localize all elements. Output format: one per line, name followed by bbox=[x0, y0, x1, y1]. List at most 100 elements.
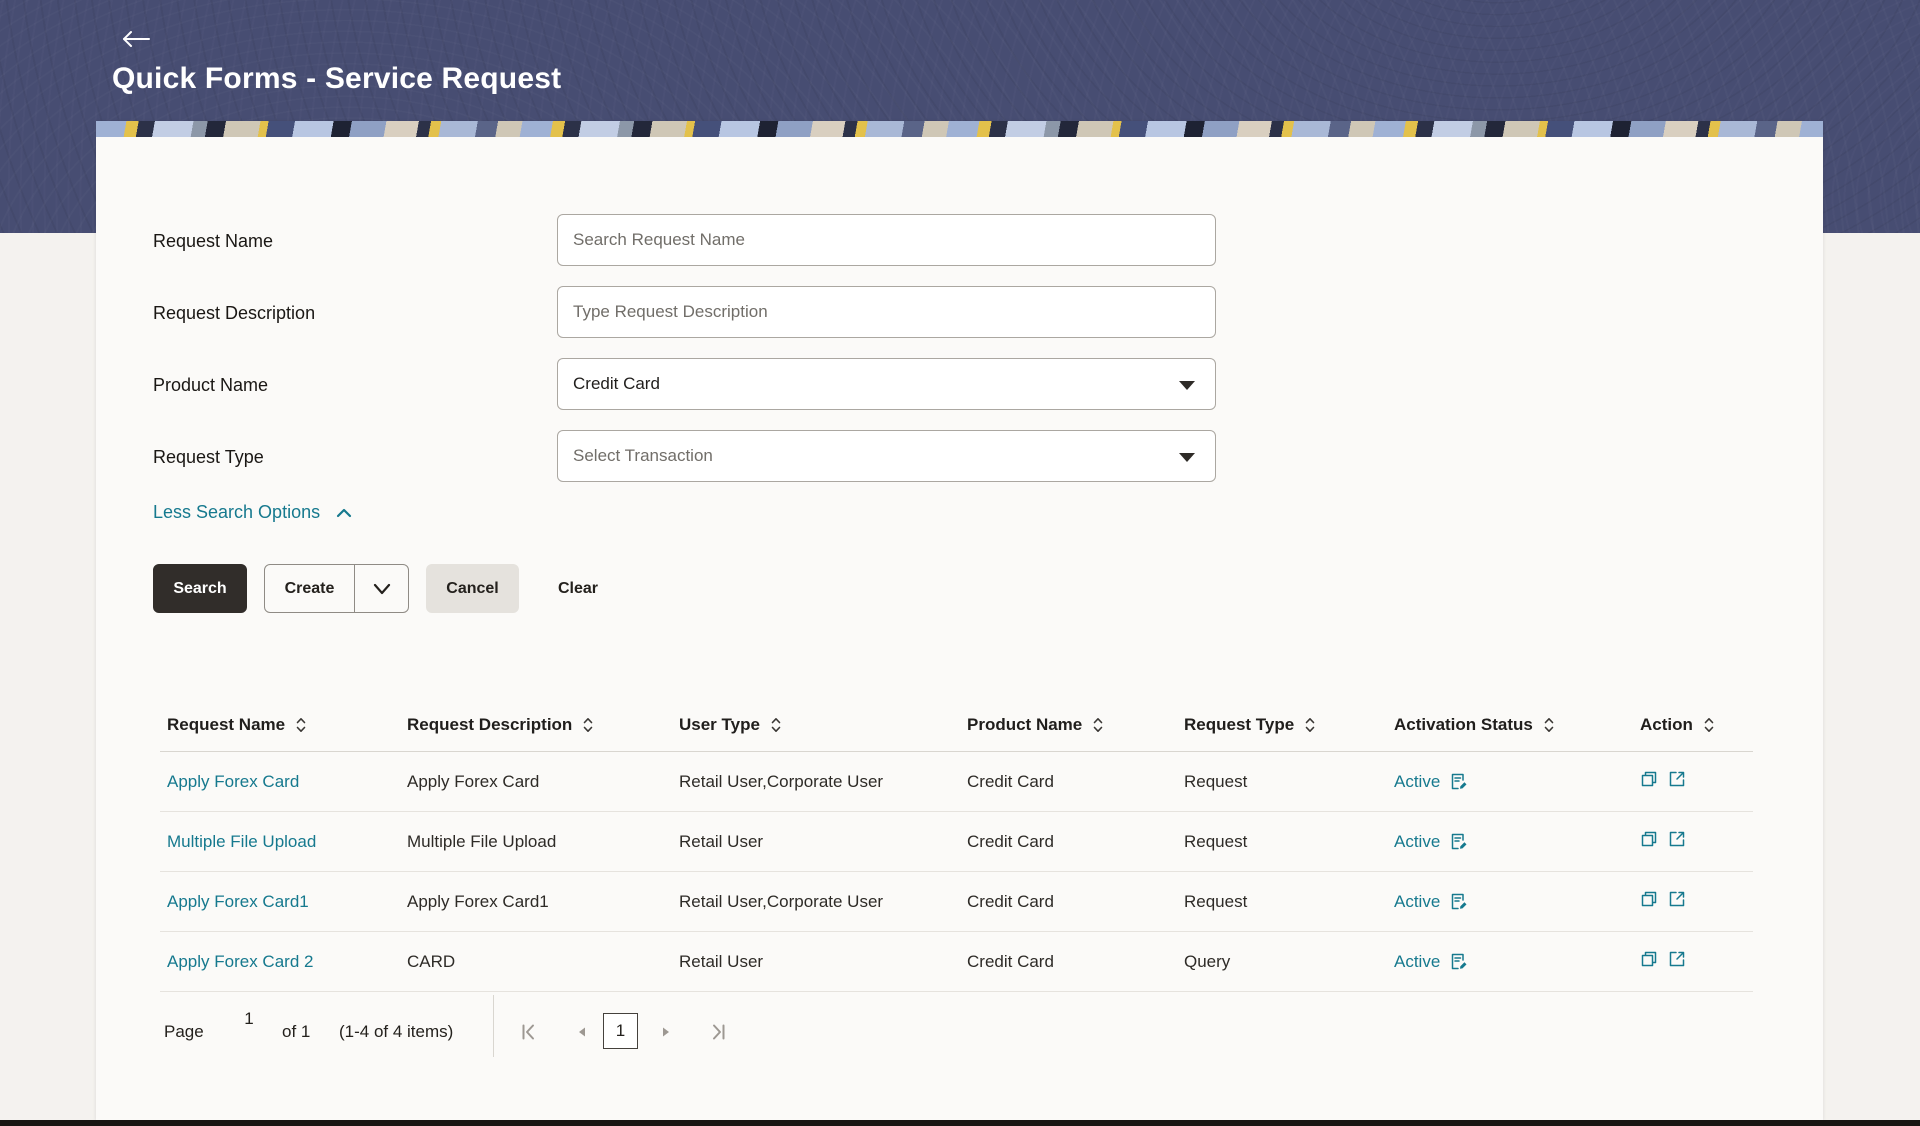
copy-icon[interactable] bbox=[1640, 830, 1658, 848]
sort-updown-icon[interactable] bbox=[1304, 716, 1316, 734]
dropdown-caret-icon bbox=[1179, 381, 1195, 390]
activation-status-link[interactable]: Active bbox=[1394, 772, 1468, 792]
user-type-cell: Retail User bbox=[672, 832, 960, 852]
less-search-options-link[interactable]: Less Search Options bbox=[153, 502, 352, 523]
open-in-new-icon[interactable] bbox=[1668, 950, 1686, 968]
product-name-cell: Credit Card bbox=[960, 952, 1177, 972]
column-header-request-name[interactable]: Request Name bbox=[160, 715, 400, 735]
create-menu-toggle[interactable] bbox=[355, 565, 408, 612]
last-page-icon bbox=[710, 1023, 728, 1041]
table-row: Multiple File Upload Multiple File Uploa… bbox=[160, 812, 1753, 872]
content-card: Request Name Request Description Product… bbox=[96, 121, 1823, 1120]
first-page-icon bbox=[519, 1023, 537, 1041]
quick-forms-page: Quick Forms - Service Request Request Na… bbox=[0, 0, 1920, 1126]
product-name-cell: Credit Card bbox=[960, 832, 1177, 852]
request-name-link[interactable]: Multiple File Upload bbox=[167, 832, 316, 851]
column-header-activation-status[interactable]: Activation Status bbox=[1387, 715, 1633, 735]
sort-updown-icon[interactable] bbox=[295, 716, 307, 734]
request-type-cell: Request bbox=[1177, 832, 1387, 852]
column-header-request-type[interactable]: Request Type bbox=[1177, 715, 1387, 735]
table-row: Apply Forex Card1 Apply Forex Card1 Reta… bbox=[160, 872, 1753, 932]
search-button[interactable]: Search bbox=[153, 564, 247, 613]
dropdown-caret-icon bbox=[1179, 453, 1195, 462]
product-name-cell: Credit Card bbox=[960, 772, 1177, 792]
request-type-cell: Request bbox=[1177, 892, 1387, 912]
sort-updown-icon[interactable] bbox=[1092, 716, 1104, 734]
column-header-request-description[interactable]: Request Description bbox=[400, 715, 672, 735]
previous-page-button[interactable] bbox=[570, 1020, 594, 1044]
results-table: Request Name Request Description User Ty… bbox=[160, 698, 1753, 992]
request-name-label: Request Name bbox=[153, 228, 273, 254]
activation-status-link[interactable]: Active bbox=[1394, 952, 1468, 972]
product-name-selected-value: Credit Card bbox=[573, 374, 660, 394]
column-header-user-type[interactable]: User Type bbox=[672, 715, 960, 735]
next-page-icon bbox=[659, 1025, 673, 1039]
request-name-link[interactable]: Apply Forex Card1 bbox=[167, 892, 309, 911]
open-in-new-icon[interactable] bbox=[1668, 770, 1686, 788]
page-number-input[interactable] bbox=[229, 1004, 269, 1034]
user-type-cell: Retail User,Corporate User bbox=[672, 892, 960, 912]
first-page-button[interactable] bbox=[516, 1020, 540, 1044]
user-type-cell: Retail User,Corporate User bbox=[672, 772, 960, 792]
decorative-banner bbox=[96, 121, 1823, 137]
product-name-cell: Credit Card bbox=[960, 892, 1177, 912]
sort-updown-icon[interactable] bbox=[1703, 716, 1715, 734]
request-type-label: Request Type bbox=[153, 444, 264, 470]
items-summary: (1-4 of 4 items) bbox=[339, 1019, 453, 1045]
chevron-up-icon bbox=[336, 508, 352, 518]
cancel-button[interactable]: Cancel bbox=[426, 564, 519, 613]
request-name-link[interactable]: Apply Forex Card bbox=[167, 772, 299, 791]
back-button[interactable] bbox=[121, 26, 155, 52]
request-name-link[interactable]: Apply Forex Card 2 bbox=[167, 952, 313, 971]
current-page-button[interactable]: 1 bbox=[603, 1013, 638, 1049]
product-name-select[interactable]: Credit Card bbox=[557, 358, 1216, 410]
column-header-product-name[interactable]: Product Name bbox=[960, 715, 1177, 735]
chevron-down-icon bbox=[373, 583, 391, 595]
request-type-cell: Request bbox=[1177, 772, 1387, 792]
column-header-action[interactable]: Action bbox=[1633, 715, 1753, 735]
open-in-new-icon[interactable] bbox=[1668, 890, 1686, 908]
table-header-row: Request Name Request Description User Ty… bbox=[160, 698, 1753, 752]
product-name-label: Product Name bbox=[153, 372, 268, 398]
request-description-cell: CARD bbox=[400, 952, 672, 972]
edit-form-icon bbox=[1449, 772, 1468, 791]
edit-form-icon bbox=[1449, 892, 1468, 911]
request-description-cell: Apply Forex Card bbox=[400, 772, 672, 792]
last-page-button[interactable] bbox=[707, 1020, 731, 1044]
page-title: Quick Forms - Service Request bbox=[112, 62, 561, 96]
user-type-cell: Retail User bbox=[672, 952, 960, 972]
open-in-new-icon[interactable] bbox=[1668, 830, 1686, 848]
sort-updown-icon[interactable] bbox=[582, 716, 594, 734]
table-body: Apply Forex Card Apply Forex Card Retail… bbox=[160, 752, 1753, 992]
request-type-placeholder: Select Transaction bbox=[573, 446, 713, 466]
footer-bar bbox=[0, 1120, 1920, 1126]
request-name-input[interactable] bbox=[557, 214, 1216, 266]
page-of-label: of 1 bbox=[282, 1019, 310, 1045]
table-row: Apply Forex Card Apply Forex Card Retail… bbox=[160, 752, 1753, 812]
request-type-cell: Query bbox=[1177, 952, 1387, 972]
create-button[interactable]: Create bbox=[265, 565, 355, 612]
activation-status-link[interactable]: Active bbox=[1394, 832, 1468, 852]
copy-icon[interactable] bbox=[1640, 770, 1658, 788]
previous-page-icon bbox=[575, 1025, 589, 1039]
edit-form-icon bbox=[1449, 952, 1468, 971]
next-page-button[interactable] bbox=[654, 1020, 678, 1044]
request-description-input[interactable] bbox=[557, 286, 1216, 338]
copy-icon[interactable] bbox=[1640, 950, 1658, 968]
pagination-divider bbox=[493, 995, 494, 1057]
edit-form-icon bbox=[1449, 832, 1468, 851]
sort-updown-icon[interactable] bbox=[770, 716, 782, 734]
clear-button[interactable]: Clear bbox=[558, 564, 598, 613]
request-description-label: Request Description bbox=[153, 300, 315, 326]
request-description-cell: Multiple File Upload bbox=[400, 832, 672, 852]
create-split-button: Create bbox=[264, 564, 409, 613]
less-search-options-label: Less Search Options bbox=[153, 502, 320, 523]
activation-status-link[interactable]: Active bbox=[1394, 892, 1468, 912]
copy-icon[interactable] bbox=[1640, 890, 1658, 908]
request-description-cell: Apply Forex Card1 bbox=[400, 892, 672, 912]
page-label: Page bbox=[164, 1019, 204, 1045]
table-row: Apply Forex Card 2 CARD Retail User Cred… bbox=[160, 932, 1753, 992]
sort-updown-icon[interactable] bbox=[1543, 716, 1555, 734]
request-type-select[interactable]: Select Transaction bbox=[557, 430, 1216, 482]
arrow-left-icon bbox=[121, 30, 151, 48]
